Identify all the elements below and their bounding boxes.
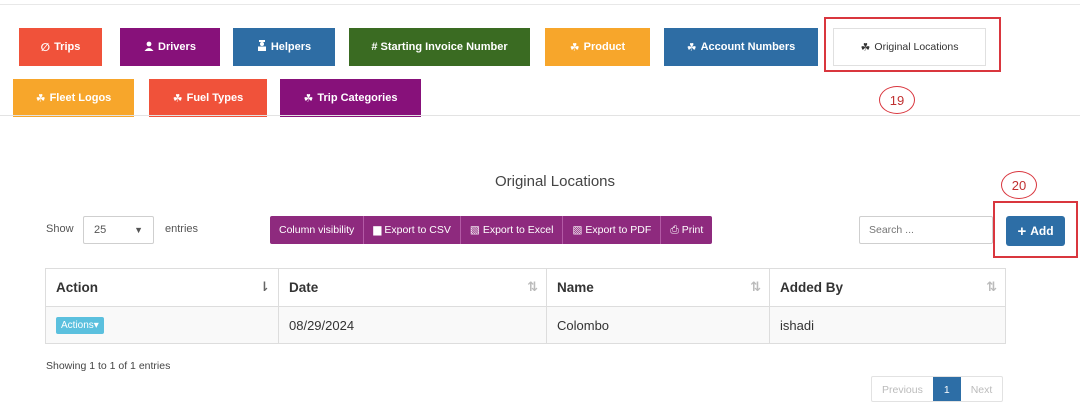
annotation-marker-19: 19 xyxy=(879,86,915,114)
export-csv-button[interactable]: ▆ Export to CSV xyxy=(364,216,461,244)
tab-trips[interactable]: ∅ Trips xyxy=(19,28,102,66)
tab-fleet-logos[interactable]: ☘ Fleet Logos xyxy=(13,79,134,117)
cubes-icon: ☘ xyxy=(35,92,46,105)
page-title: Original Locations xyxy=(494,173,616,190)
actions-label: Actions xyxy=(61,320,94,331)
cell-date: 08/29/2024 xyxy=(278,306,547,344)
tab-drivers[interactable]: Drivers xyxy=(120,28,220,66)
cell-added-by: ishadi xyxy=(769,306,1006,344)
tab-helpers-label: Helpers xyxy=(270,41,312,53)
tab-starting-invoice-label: # Starting Invoice Number xyxy=(371,41,508,53)
column-header-name-label: Name xyxy=(557,280,594,295)
helper-icon xyxy=(257,40,267,54)
top-divider xyxy=(0,4,1080,5)
print-label: Print xyxy=(681,224,704,236)
tab-drivers-label: Drivers xyxy=(158,41,196,53)
cell-action: Actions▾ xyxy=(45,306,279,344)
export-excel-button[interactable]: ▧ Export to Excel xyxy=(460,216,564,244)
file-pdf-icon: ▧ xyxy=(572,224,583,236)
sort-icon: ⇅ xyxy=(986,279,997,294)
column-header-date[interactable]: Date ⇅ xyxy=(278,268,547,307)
tab-account-numbers[interactable]: ☘ Account Numbers xyxy=(664,28,818,66)
column-header-action[interactable]: Action ⇂ xyxy=(45,268,279,307)
sort-desc-icon: ⇂ xyxy=(259,279,270,294)
show-label: Show xyxy=(46,223,74,235)
pagination-page-current[interactable]: 1 xyxy=(932,377,961,401)
tab-helpers[interactable]: Helpers xyxy=(233,28,335,66)
column-header-added-by[interactable]: Added By ⇅ xyxy=(769,268,1006,307)
file-icon: ▆ xyxy=(373,224,382,236)
sort-icon: ⇅ xyxy=(527,279,538,294)
table-info: Showing 1 to 1 of 1 entries xyxy=(46,360,171,372)
print-button[interactable]: ⎙ Print xyxy=(661,216,713,244)
cubes-icon: ☘ xyxy=(303,92,314,105)
user-icon xyxy=(144,41,154,54)
slash-circle-icon: ∅ xyxy=(40,41,51,54)
export-csv-label: Export to CSV xyxy=(384,224,451,236)
tab-starting-invoice-number[interactable]: # Starting Invoice Number xyxy=(349,28,530,66)
tab-fuel-types[interactable]: ☘ Fuel Types xyxy=(149,79,267,117)
cubes-icon: ☘ xyxy=(172,92,183,105)
file-excel-icon: ▧ xyxy=(469,224,480,236)
tabs-divider xyxy=(0,115,1080,116)
cubes-icon: ☘ xyxy=(569,41,580,54)
cell-name: Colombo xyxy=(546,306,770,344)
plus-icon: + xyxy=(1017,222,1027,240)
column-visibility-label: Column visibility xyxy=(279,224,355,236)
tab-product-label: Product xyxy=(583,41,626,53)
column-header-date-label: Date xyxy=(289,280,319,295)
export-pdf-label: Export to PDF xyxy=(585,224,652,236)
caret-down-icon: ▾ xyxy=(93,320,99,331)
export-button-group: Column visibility ▆ Export to CSV ▧ Expo… xyxy=(270,216,713,244)
print-icon: ⎙ xyxy=(670,223,679,236)
column-header-added-by-label: Added By xyxy=(780,280,844,295)
tab-fleet-logos-label: Fleet Logos xyxy=(49,92,112,104)
tab-fuel-types-label: Fuel Types xyxy=(186,92,244,104)
export-excel-label: Export to Excel xyxy=(482,224,554,236)
pagination-next[interactable]: Next xyxy=(961,377,1003,401)
entries-select[interactable]: 25 ▼ xyxy=(83,216,154,244)
locations-table: Action ⇂ Date ⇅ Name ⇅ Added By ⇅ Action… xyxy=(45,268,1006,344)
tab-product[interactable]: ☘ Product xyxy=(545,28,650,66)
table-row: Actions▾ 08/29/2024 Colombo ishadi xyxy=(45,306,1006,344)
column-header-name[interactable]: Name ⇅ xyxy=(546,268,770,307)
entries-select-value: 25 xyxy=(94,224,107,236)
entries-label: entries xyxy=(165,223,199,235)
tab-account-numbers-label: Account Numbers xyxy=(700,41,796,53)
sort-icon: ⇅ xyxy=(750,279,761,294)
annotation-box-original-locations xyxy=(824,17,1001,72)
column-header-action-label: Action xyxy=(56,280,98,295)
table-header-row: Action ⇂ Date ⇅ Name ⇅ Added By ⇅ xyxy=(45,268,1006,307)
actions-dropdown-button[interactable]: Actions▾ xyxy=(56,317,104,334)
add-button[interactable]: + Add xyxy=(1006,216,1065,246)
tab-trips-label: Trips xyxy=(54,41,81,53)
chevron-down-icon: ▼ xyxy=(134,225,143,235)
column-visibility-button[interactable]: Column visibility xyxy=(270,216,365,244)
tab-trip-categories-label: Trip Categories xyxy=(317,92,398,104)
pagination: Previous 1 Next xyxy=(871,376,1004,402)
tab-trip-categories[interactable]: ☘ Trip Categories xyxy=(280,79,421,117)
add-button-label: Add xyxy=(1030,224,1054,238)
cubes-icon: ☘ xyxy=(686,41,697,54)
search-input[interactable] xyxy=(859,216,993,244)
pagination-previous[interactable]: Previous xyxy=(872,377,933,401)
export-pdf-button[interactable]: ▧ Export to PDF xyxy=(563,216,662,244)
